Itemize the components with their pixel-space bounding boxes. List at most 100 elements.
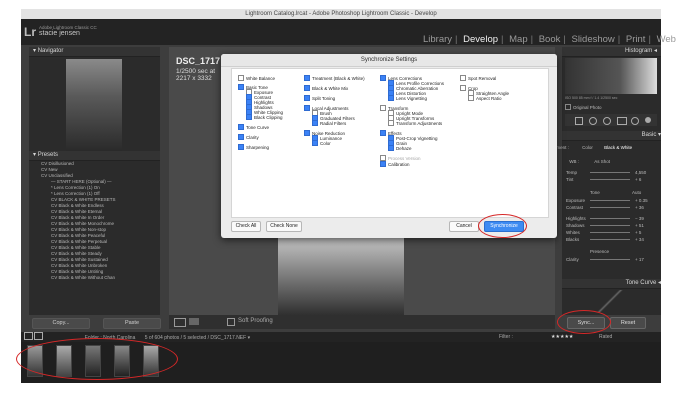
checked-checkbox-icon[interactable] bbox=[238, 134, 244, 140]
exposure-slider[interactable] bbox=[590, 200, 630, 201]
temp-slider[interactable] bbox=[590, 172, 630, 173]
checkbox-icon[interactable] bbox=[238, 75, 244, 81]
sync-option[interactable]: Tone Curve bbox=[238, 124, 269, 130]
auto-label[interactable]: Auto bbox=[632, 190, 641, 195]
sync-option-label: Color bbox=[320, 141, 331, 146]
sync-option[interactable]: Black & White Mix bbox=[304, 85, 348, 91]
second-window-icon[interactable] bbox=[34, 332, 44, 340]
paste-button[interactable]: Paste bbox=[103, 318, 161, 329]
highlights-slider[interactable] bbox=[590, 218, 630, 219]
checked-checkbox-icon[interactable] bbox=[304, 130, 310, 136]
check-none-button[interactable]: Check None bbox=[266, 221, 302, 232]
checked-checkbox-icon[interactable] bbox=[304, 105, 310, 111]
checked-checkbox-icon[interactable] bbox=[238, 124, 244, 130]
tint-value[interactable]: + 6 bbox=[635, 177, 641, 182]
module-library[interactable]: Library bbox=[423, 34, 452, 45]
sync-option[interactable]: Calibration bbox=[380, 161, 410, 167]
shadows-slider[interactable] bbox=[590, 225, 630, 226]
checked-checkbox-icon[interactable] bbox=[380, 161, 386, 167]
whites-slider[interactable] bbox=[590, 232, 630, 233]
sync-option[interactable]: Clarity bbox=[238, 134, 259, 140]
before-after-icon[interactable] bbox=[189, 318, 199, 325]
rated-filter[interactable]: Rated bbox=[599, 332, 612, 342]
sync-option[interactable]: White Balance bbox=[238, 75, 275, 81]
module-book[interactable]: Book bbox=[539, 34, 561, 45]
wb-value[interactable]: As Shot bbox=[594, 159, 610, 164]
loupe-view-icon[interactable] bbox=[174, 318, 186, 327]
presets-header[interactable]: ▾ Presets bbox=[29, 151, 160, 161]
soft-proofing-checkbox[interactable] bbox=[227, 318, 235, 326]
sync-option[interactable]: Aspect Ratio bbox=[468, 95, 502, 101]
graduated-filter-icon[interactable] bbox=[617, 117, 627, 125]
sync-option[interactable]: Sharpening bbox=[238, 144, 269, 150]
copy-button[interactable]: Copy... bbox=[32, 318, 90, 329]
sync-option[interactable]: Lens Vignetting bbox=[388, 95, 427, 101]
crop-tool-icon[interactable] bbox=[575, 117, 583, 125]
sync-option[interactable]: Treatment (Black & White) bbox=[304, 75, 365, 81]
checkbox-icon[interactable] bbox=[388, 120, 394, 126]
module-develop[interactable]: Develop bbox=[463, 34, 498, 45]
highlights-value[interactable]: − 39 bbox=[635, 216, 644, 221]
checked-checkbox-icon[interactable] bbox=[246, 114, 252, 120]
cancel-button[interactable]: Cancel bbox=[449, 221, 479, 232]
sync-option[interactable]: Transform Adjustments bbox=[388, 120, 442, 126]
rating-filter-stars[interactable]: ★★★★★ bbox=[551, 332, 573, 342]
checked-checkbox-icon[interactable] bbox=[304, 85, 310, 91]
checked-checkbox-icon[interactable] bbox=[312, 120, 318, 126]
checkbox-icon[interactable] bbox=[468, 95, 474, 101]
checked-checkbox-icon[interactable] bbox=[304, 75, 310, 81]
contrast-value[interactable]: + 36 bbox=[635, 205, 644, 210]
sync-option[interactable]: Color bbox=[312, 140, 331, 146]
checked-checkbox-icon[interactable] bbox=[388, 95, 394, 101]
checked-checkbox-icon[interactable] bbox=[380, 75, 386, 81]
main-window-icon[interactable] bbox=[24, 332, 33, 340]
checked-checkbox-icon[interactable] bbox=[312, 140, 318, 146]
whites-value[interactable]: + 5 bbox=[635, 230, 641, 235]
sync-option[interactable]: Split Toning bbox=[304, 95, 335, 101]
sync-option[interactable]: Radial Filters bbox=[312, 120, 346, 126]
sync-option[interactable]: Dehaze bbox=[388, 145, 412, 151]
original-photo-checkbox[interactable] bbox=[565, 104, 571, 110]
navigator-preview[interactable] bbox=[66, 59, 122, 151]
radial-filter-icon[interactable] bbox=[631, 117, 639, 125]
sync-option[interactable]: Black Clipping bbox=[246, 114, 283, 120]
check-all-button[interactable]: Check All bbox=[231, 221, 261, 232]
basic-header[interactable]: Basic ▾ bbox=[562, 131, 661, 141]
contrast-slider[interactable] bbox=[590, 207, 630, 208]
preset-item[interactable]: CV Black & White Without Chan bbox=[29, 275, 160, 281]
tint-slider[interactable] bbox=[590, 179, 630, 180]
histogram-values: ISO 500 85 mm f / 1.4 1/2500 sec bbox=[565, 96, 618, 100]
photo-count[interactable]: 5 of 604 photos / 5 selected / DSC_1717.… bbox=[145, 335, 250, 341]
spot-removal-icon[interactable] bbox=[589, 117, 597, 125]
treatment-color[interactable]: Color bbox=[582, 145, 593, 150]
module-print[interactable]: Print bbox=[626, 34, 646, 45]
sync-option[interactable]: Spot Removal bbox=[460, 75, 496, 81]
clarity-value[interactable]: + 17 bbox=[635, 257, 644, 262]
checked-checkbox-icon[interactable] bbox=[304, 95, 310, 101]
blacks-slider[interactable] bbox=[590, 239, 630, 240]
clarity-slider[interactable] bbox=[590, 259, 630, 260]
blacks-value[interactable]: + 34 bbox=[635, 237, 644, 242]
shadows-value[interactable]: + 51 bbox=[635, 223, 644, 228]
exposure-value[interactable]: + 0.35 bbox=[635, 198, 648, 203]
module-map[interactable]: Map bbox=[509, 34, 527, 45]
reset-button[interactable]: Reset bbox=[610, 317, 646, 329]
red-eye-icon[interactable] bbox=[603, 117, 611, 125]
temp-value[interactable]: 4,550 bbox=[635, 170, 646, 175]
checkbox-icon[interactable] bbox=[380, 105, 386, 111]
brush-tool-icon[interactable] bbox=[645, 117, 651, 123]
sync-option-label: Black & White Mix bbox=[312, 86, 349, 91]
treatment-bw[interactable]: Black & White bbox=[604, 145, 632, 150]
checked-checkbox-icon[interactable] bbox=[238, 144, 244, 150]
navigator-header[interactable]: ▾ Navigator bbox=[29, 47, 160, 57]
checked-checkbox-icon[interactable] bbox=[380, 130, 386, 136]
checkbox-icon[interactable] bbox=[460, 85, 466, 91]
checked-checkbox-icon[interactable] bbox=[238, 84, 244, 90]
module-web[interactable]: Web bbox=[657, 34, 676, 45]
histogram-header[interactable]: Histogram ◂ bbox=[562, 47, 661, 57]
checkbox-icon[interactable] bbox=[460, 75, 466, 81]
module-slideshow[interactable]: Slideshow bbox=[571, 34, 614, 45]
tone-curve-header[interactable]: Tone Curve ◂ bbox=[562, 279, 661, 289]
checked-checkbox-icon[interactable] bbox=[388, 145, 394, 151]
tone-curve-graph[interactable] bbox=[565, 290, 655, 312]
